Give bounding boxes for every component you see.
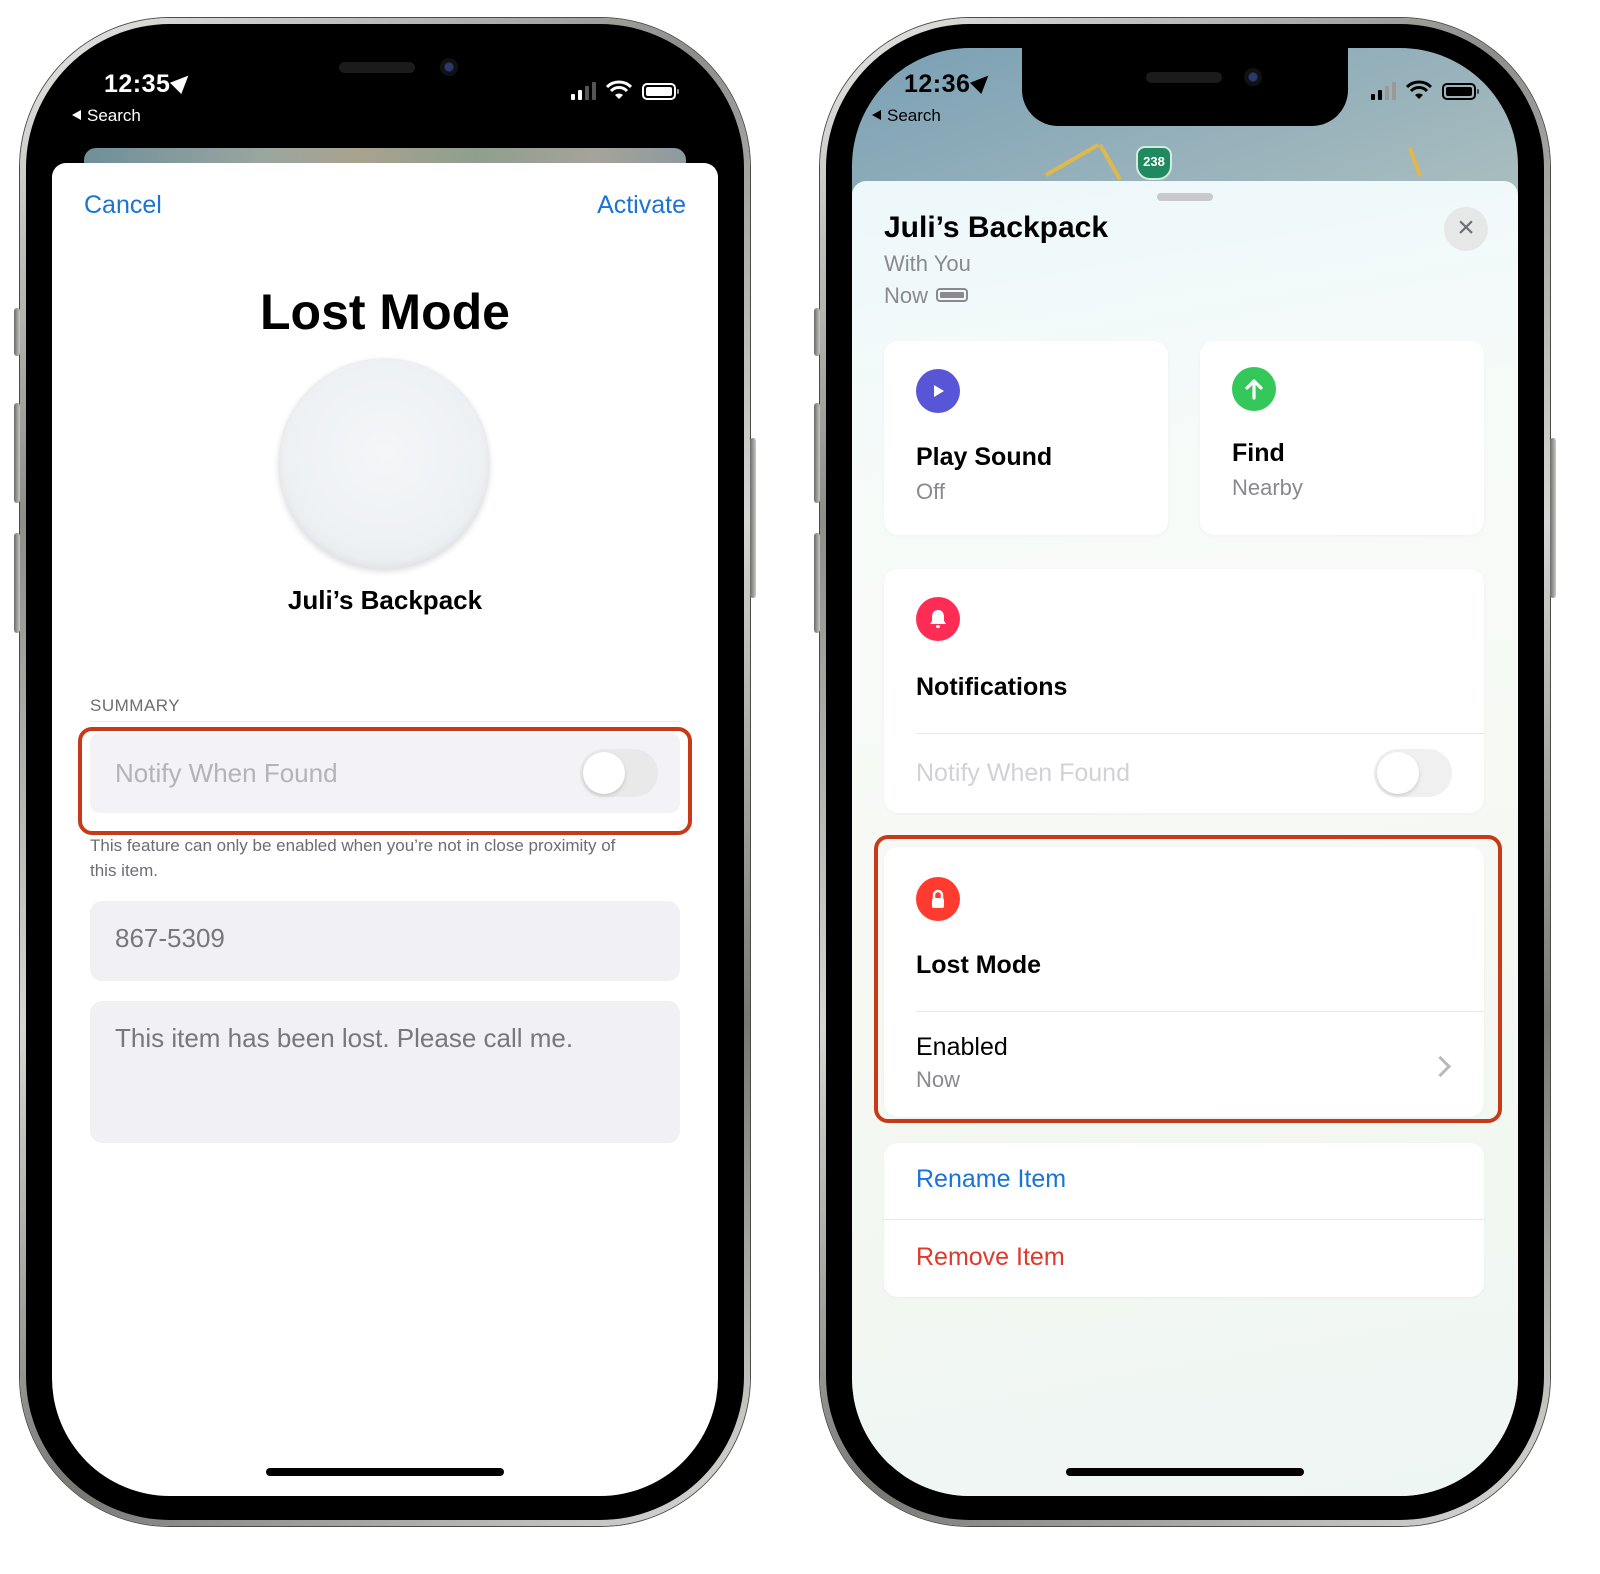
route-shield-238: 238: [1136, 146, 1172, 180]
back-triangle-icon: [872, 110, 881, 120]
lost-mode-title: Lost Mode: [916, 951, 1041, 979]
divider: [884, 1219, 1484, 1220]
summary-section-header: SUMMARY: [90, 696, 181, 715]
rename-item-button[interactable]: Rename Item: [916, 1165, 1066, 1194]
bell-icon: [916, 597, 960, 641]
play-sound-title: Play Sound: [916, 443, 1053, 471]
notify-when-found-toggle[interactable]: [580, 749, 658, 797]
left-screen: 12:35 Search Cancel Activate Lost Mode J…: [52, 48, 718, 1496]
summary-divider: [90, 721, 680, 722]
battery-icon: [642, 83, 679, 100]
status-icons: [1371, 80, 1479, 100]
lost-mode-sheet: Cancel Activate Lost Mode Juli’s Backpac…: [52, 163, 718, 1496]
item-updated: Now: [884, 283, 969, 309]
message-field[interactable]: This item has been lost. Please call me.: [90, 1001, 680, 1143]
item-detail-sheet: Juli’s Backpack With You Now × Play Soun…: [852, 181, 1518, 1496]
item-location: With You: [884, 251, 971, 276]
find-title: Find: [1232, 439, 1285, 467]
notify-when-found-label: Notify When Found: [115, 758, 338, 788]
remove-item-button[interactable]: Remove Item: [916, 1243, 1065, 1272]
play-sound-status: Off: [916, 479, 945, 504]
find-nearby-tile[interactable]: Find Nearby: [1200, 341, 1484, 535]
map-road: [1098, 143, 1122, 181]
notify-footnote: This feature can only be enabled when yo…: [90, 836, 616, 880]
battery-icon: [1442, 83, 1479, 100]
find-subtitle: Nearby: [1232, 475, 1303, 500]
sheet-grabber[interactable]: [1157, 193, 1213, 201]
volume-down-button: [814, 533, 820, 633]
power-button: [750, 438, 756, 598]
item-name: Juli’s Backpack: [287, 585, 483, 615]
volume-up-button: [814, 403, 820, 503]
close-button[interactable]: ×: [1444, 207, 1488, 251]
earpiece-speaker: [339, 62, 415, 73]
bezel: 238 12:36 Search Juli’s Backpack With Yo…: [826, 24, 1544, 1520]
page-title: Lost Mode: [260, 284, 510, 340]
wifi-icon: [1406, 80, 1432, 99]
status-time: 12:36: [904, 69, 995, 99]
actions-card: Rename Item Remove Item: [884, 1143, 1484, 1297]
notifications-card: Notifications Notify When Found: [884, 569, 1484, 813]
location-arrow-icon: [170, 69, 195, 95]
chevron-right-icon: [1429, 1055, 1452, 1078]
status-icons: [571, 80, 679, 100]
home-indicator[interactable]: [266, 1468, 504, 1476]
activate-button[interactable]: Activate: [597, 191, 686, 220]
lost-mode-status-time: Now: [916, 1067, 961, 1092]
status-bar: 12:36 Search: [852, 48, 1518, 148]
bezel: 12:35 Search Cancel Activate Lost Mode J…: [26, 24, 744, 1520]
volume-down-button: [14, 533, 20, 633]
right-screen: 238 12:36 Search Juli’s Backpack With Yo…: [852, 48, 1518, 1496]
wifi-icon: [606, 80, 632, 99]
back-to-search-link[interactable]: Search: [72, 106, 141, 126]
cellular-signal-icon: [571, 82, 596, 100]
arrow-up-icon: [1232, 367, 1276, 411]
power-button: [1550, 438, 1556, 598]
item-battery-icon: [936, 288, 969, 302]
divider: [916, 1011, 1484, 1012]
back-triangle-icon: [72, 110, 81, 120]
left-phone-frame: 12:35 Search Cancel Activate Lost Mode J…: [14, 18, 756, 1526]
play-icon: [916, 369, 960, 413]
notifications-title: Notifications: [916, 673, 1068, 701]
notify-when-found-label: Notify When Found: [916, 759, 1130, 787]
cancel-button[interactable]: Cancel: [84, 191, 162, 220]
silent-switch: [814, 308, 820, 356]
cellular-signal-icon: [1371, 82, 1396, 100]
divider: [916, 733, 1484, 734]
volume-up-button: [14, 403, 20, 503]
play-sound-tile[interactable]: Play Sound Off: [884, 341, 1168, 535]
airtag-image: [278, 358, 490, 570]
location-arrow-icon: [970, 69, 995, 95]
item-title: Juli’s Backpack: [884, 211, 1109, 244]
lost-mode-status: Enabled: [916, 1033, 1008, 1061]
map-road: [1045, 143, 1099, 177]
back-to-search-link[interactable]: Search: [872, 106, 941, 126]
front-camera: [440, 58, 458, 76]
status-time: 12:35: [104, 69, 195, 99]
silent-switch: [14, 308, 20, 356]
home-indicator[interactable]: [1066, 1468, 1304, 1476]
toggle-knob: [1377, 752, 1419, 794]
notify-when-found-toggle[interactable]: [1374, 749, 1452, 797]
notify-when-found-row: Notify When Found: [90, 733, 680, 813]
lost-mode-card[interactable]: Lost Mode Enabled Now: [884, 847, 1484, 1117]
lock-icon: [916, 877, 960, 921]
map-road: [1407, 147, 1423, 177]
phone-number-field[interactable]: 867-5309: [90, 901, 680, 981]
toggle-knob: [583, 752, 625, 794]
right-phone-frame: 238 12:36 Search Juli’s Backpack With Yo…: [814, 18, 1556, 1526]
